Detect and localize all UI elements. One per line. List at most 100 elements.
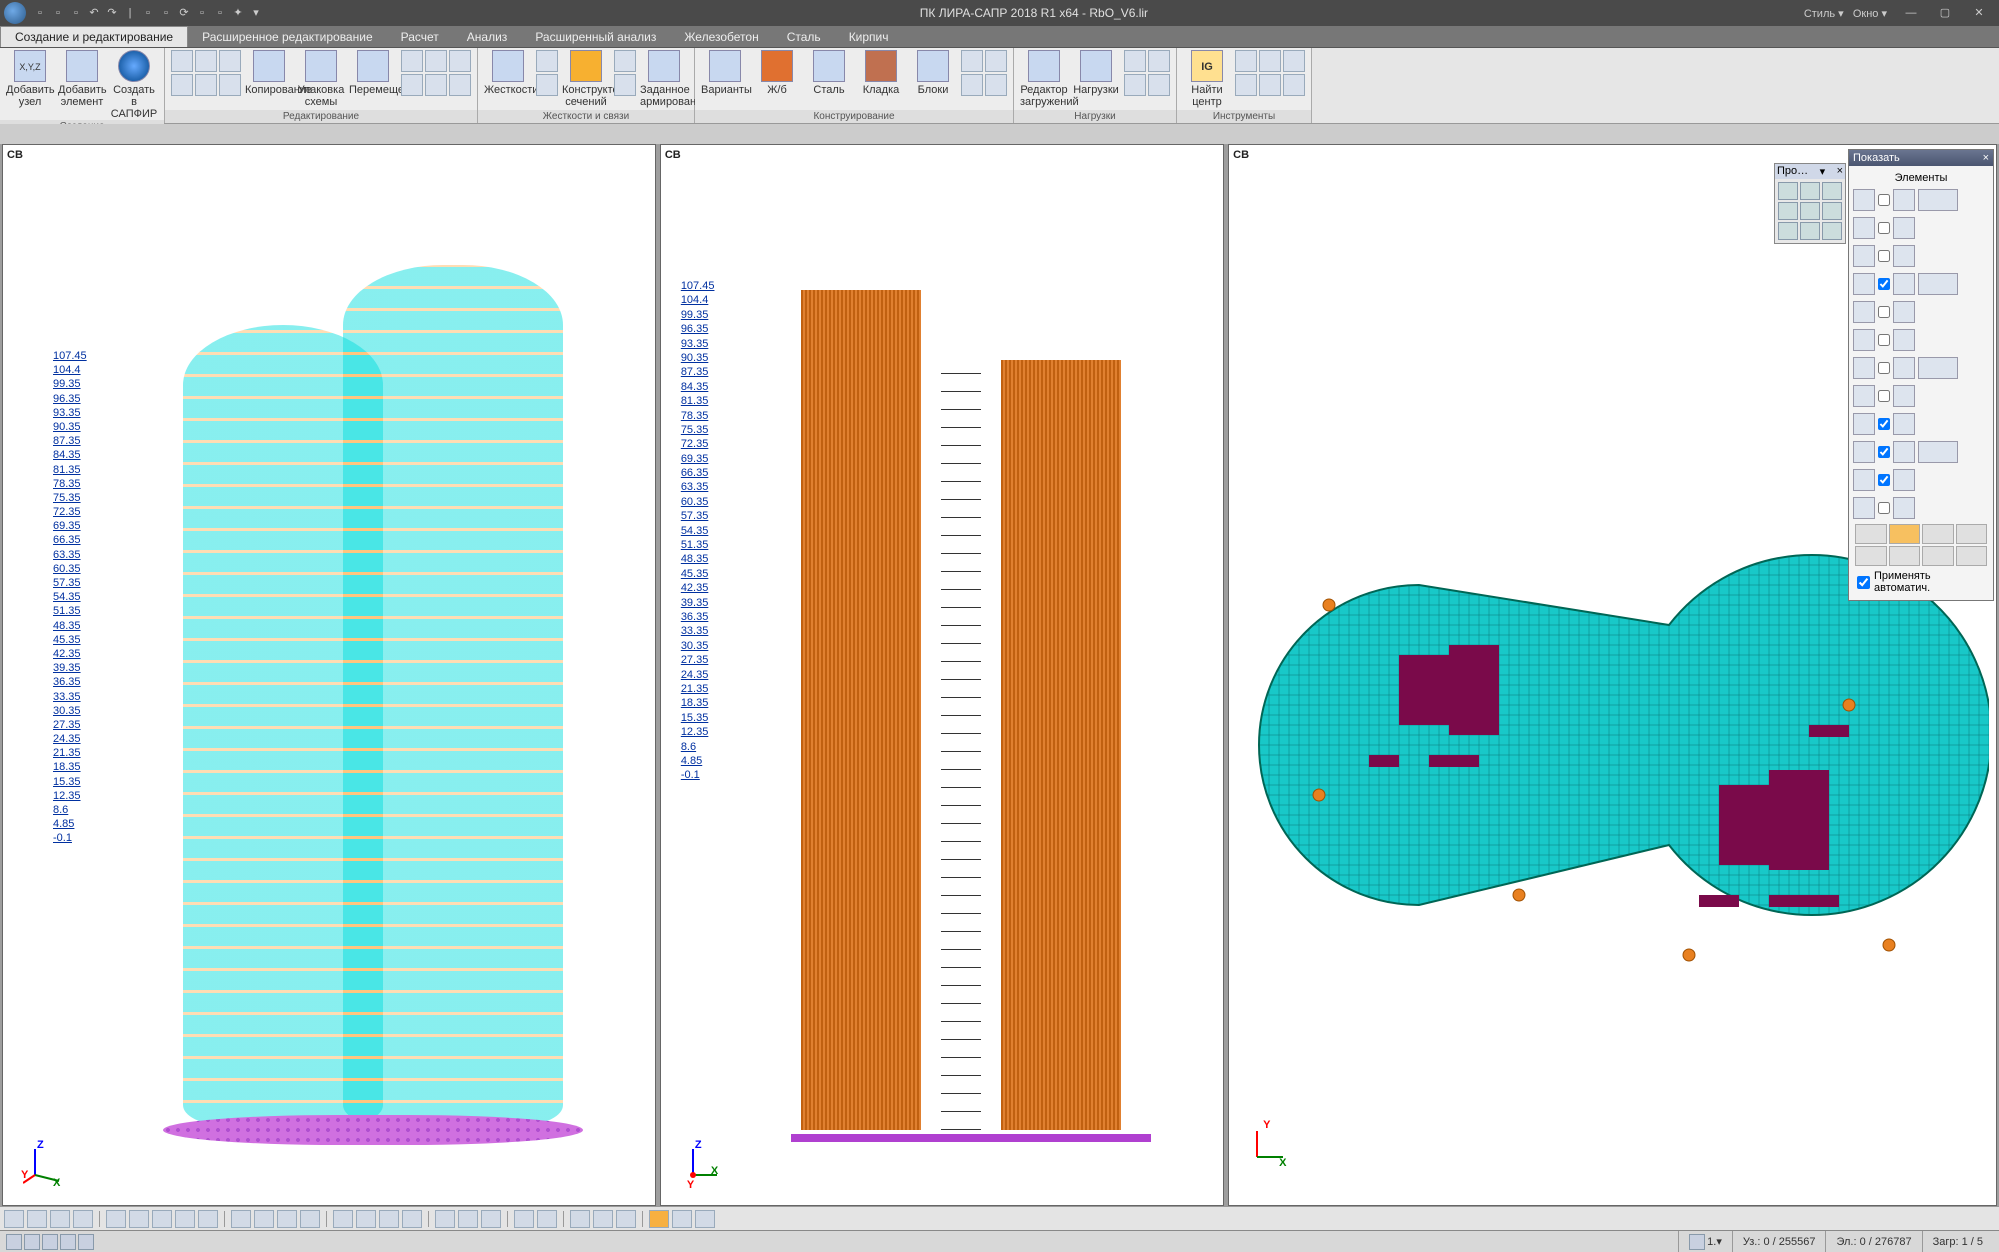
pack-button[interactable]: Упаковка схемы [297,50,345,108]
bt-btn[interactable] [73,1210,93,1228]
filter-icon-2[interactable] [1893,385,1915,407]
bt-btn[interactable] [672,1210,692,1228]
bt-btn[interactable] [129,1210,149,1228]
move-button[interactable]: Перемещение [349,50,397,96]
load-editor-button[interactable]: Редактор загружений [1020,50,1068,108]
panel-btn[interactable] [1889,524,1921,544]
viewport-1[interactable]: RbO_V6.lir:1× СВ 107.45104.499.3596.3593… [2,144,656,1206]
bt-btn[interactable] [570,1210,590,1228]
blocks-button[interactable]: Блоки [909,50,957,96]
bt-btn[interactable] [300,1210,320,1228]
tab-brick[interactable]: Кирпич [835,27,903,47]
filter-checkbox[interactable] [1878,446,1890,458]
filter-icon-2[interactable] [1893,217,1915,239]
bt-btn[interactable] [435,1210,455,1228]
loads-button[interactable]: Нагрузки [1072,50,1120,96]
status-icon[interactable] [78,1234,94,1250]
qat-cube-icon[interactable]: ▫ [140,5,156,21]
qat-copy-icon[interactable]: ▫ [194,5,210,21]
stiffness-button[interactable]: Жесткости [484,50,532,96]
bt-btn[interactable] [152,1210,172,1228]
panel-btn[interactable] [1855,546,1887,566]
bt-btn[interactable] [402,1210,422,1228]
filter-checkbox[interactable] [1878,418,1890,430]
rc-button[interactable]: Ж/б [753,50,801,96]
tab-analysis[interactable]: Анализ [453,27,522,47]
variants-button[interactable]: Варианты [701,50,749,96]
filter-checkbox[interactable] [1878,194,1890,206]
filter-icon[interactable] [1853,497,1875,519]
panel-close-icon[interactable]: × [1983,152,1989,164]
qat-paste-icon[interactable]: ▫ [212,5,228,21]
filter-icon[interactable] [1853,329,1875,351]
qat-new-icon[interactable]: ▫ [32,5,48,21]
minimize-button[interactable]: — [1895,3,1927,23]
apply-auto-checkbox[interactable] [1857,576,1870,589]
panel-btn[interactable] [1922,546,1954,566]
tab-ext-analysis[interactable]: Расширенный анализ [521,27,670,47]
bt-btn[interactable] [481,1210,501,1228]
viewport-3[interactable]: RbO_V6.lir:3× СВ Про…▾× Показать× Элемен… [1228,144,1997,1206]
palette-close-icon[interactable]: × [1837,165,1843,178]
filter-icon-2[interactable] [1893,189,1915,211]
doctab-3[interactable]: RbO_V6.lir:3× [1237,144,1348,145]
filter-extra[interactable] [1918,357,1958,379]
status-loadcase[interactable]: 1. ▾ [1678,1231,1732,1252]
bt-btn[interactable] [616,1210,636,1228]
viewport-2[interactable]: RbO_V6.lir:2× СВ 107.45104.499.3596.3593… [660,144,1224,1206]
status-icon[interactable] [6,1234,22,1250]
panel-btn[interactable] [1855,524,1887,544]
qat-redo-icon[interactable]: ↷ [104,5,120,21]
add-node-button[interactable]: X,Y,ZДобавить узел [6,50,54,108]
filter-icon[interactable] [1853,189,1875,211]
filter-icon[interactable] [1853,441,1875,463]
filter-icon[interactable] [1853,413,1875,435]
qat-light-icon[interactable]: ✦ [230,5,246,21]
filter-icon[interactable] [1853,385,1875,407]
filter-icon[interactable] [1853,469,1875,491]
bt-btn[interactable] [537,1210,557,1228]
bt-btn[interactable] [593,1210,613,1228]
projection-palette[interactable]: Про…▾× [1774,163,1846,244]
bt-btn[interactable] [27,1210,47,1228]
tab-create-edit[interactable]: Создание и редактирование [0,26,188,47]
filter-checkbox[interactable] [1878,502,1890,514]
filter-icon[interactable] [1853,245,1875,267]
maximize-button[interactable]: ▢ [1929,3,1961,23]
steel-button[interactable]: Сталь [805,50,853,96]
filter-extra[interactable] [1918,441,1958,463]
filter-icon[interactable] [1853,357,1875,379]
tab-calc[interactable]: Расчет [387,27,453,47]
filter-icon-2[interactable] [1893,357,1915,379]
section-builder-button[interactable]: Конструктор сечений [562,50,610,108]
proj-btn[interactable] [1778,222,1798,240]
filter-icon[interactable] [1853,301,1875,323]
status-icon[interactable] [60,1234,76,1250]
filter-extra[interactable] [1918,189,1958,211]
filter-checkbox[interactable] [1878,390,1890,402]
bt-btn-active[interactable] [649,1210,669,1228]
tab-steel[interactable]: Сталь [773,27,835,47]
bt-btn[interactable] [50,1210,70,1228]
bt-btn[interactable] [379,1210,399,1228]
qat-sync-icon[interactable]: ⟳ [176,5,192,21]
given-reinforce-button[interactable]: Заданное армирование [640,50,688,108]
bt-btn[interactable] [254,1210,274,1228]
bt-btn[interactable] [277,1210,297,1228]
filter-icon[interactable] [1853,273,1875,295]
filter-checkbox[interactable] [1878,334,1890,346]
qat-dropdown-icon[interactable]: ▾ [248,5,264,21]
qat-open-icon[interactable]: ▫ [50,5,66,21]
tab-ext-edit[interactable]: Расширенное редактирование [188,27,387,47]
masonry-button[interactable]: Кладка [857,50,905,96]
close-button[interactable]: ✕ [1963,3,1995,23]
bt-btn[interactable] [333,1210,353,1228]
filter-icon-2[interactable] [1893,329,1915,351]
filter-icon-2[interactable] [1893,273,1915,295]
filter-checkbox[interactable] [1878,474,1890,486]
bt-btn[interactable] [458,1210,478,1228]
proj-btn[interactable] [1822,202,1842,220]
proj-btn[interactable] [1822,222,1842,240]
proj-btn[interactable] [1800,222,1820,240]
filter-icon-2[interactable] [1893,245,1915,267]
